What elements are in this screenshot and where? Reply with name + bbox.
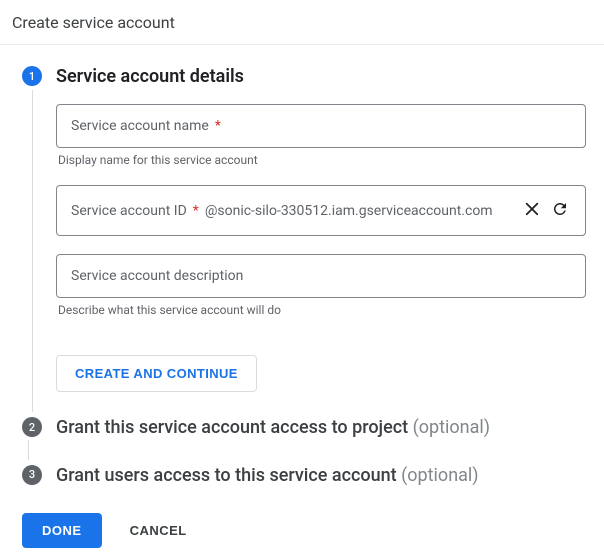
description-field-group: Service account description Describe wha…	[56, 254, 586, 317]
step-2-title: Grant this service account access to pro…	[56, 416, 586, 439]
name-field-label: Service account name	[71, 118, 209, 134]
name-field-helper: Display name for this service account	[56, 153, 586, 167]
wizard-content: 1 Service account details Service accoun…	[0, 45, 604, 548]
refresh-icon	[551, 200, 569, 221]
step-2-title-text: Grant this service account access to pro…	[56, 417, 408, 438]
step-2-row: 2 Grant this service account access to p…	[18, 416, 586, 439]
clear-id-button[interactable]	[521, 198, 543, 223]
name-field-group: Service account name * Display name for …	[56, 104, 586, 167]
step-3-content: Grant users access to this service accou…	[46, 464, 586, 487]
step-3-indicator: 3	[18, 464, 46, 485]
done-button[interactable]: DONE	[22, 513, 102, 548]
step-2-optional: (optional)	[413, 417, 490, 438]
id-field[interactable]: Service account ID * @sonic-silo-330512.…	[56, 185, 586, 236]
required-indicator: *	[215, 118, 221, 134]
step-1-circle: 1	[22, 66, 42, 86]
step-3-circle: 3	[22, 465, 42, 485]
step-1-content: Service account details Service account …	[46, 65, 586, 412]
step-2-indicator: 2	[18, 416, 46, 437]
required-indicator: *	[193, 203, 199, 219]
close-icon	[523, 200, 541, 221]
step-connector-line	[32, 90, 33, 412]
step-1-form: Service account name * Display name for …	[56, 104, 586, 412]
id-field-suffix: @sonic-silo-330512.iam.gserviceaccount.c…	[205, 203, 493, 219]
page-title: Create service account	[12, 13, 175, 32]
description-field-helper: Describe what this service account will …	[56, 303, 586, 317]
name-field[interactable]: Service account name *	[56, 104, 586, 148]
id-field-group: Service account ID * @sonic-silo-330512.…	[56, 185, 586, 236]
step-2-circle: 2	[22, 417, 42, 437]
step-connector-line	[28, 440, 29, 460]
description-field-label: Service account description	[71, 268, 243, 284]
description-field[interactable]: Service account description	[56, 254, 586, 298]
step-3-title: Grant users access to this service accou…	[56, 464, 586, 487]
step-1-title: Service account details	[56, 65, 586, 88]
step-3-row: 3 Grant users access to this service acc…	[18, 464, 586, 487]
step-1-indicator: 1	[18, 65, 46, 412]
step-3-optional: (optional)	[401, 465, 478, 486]
refresh-id-button[interactable]	[549, 198, 571, 223]
create-and-continue-button[interactable]: CREATE AND CONTINUE	[56, 355, 257, 392]
step-2-content: Grant this service account access to pro…	[46, 416, 586, 439]
step-1-row: 1 Service account details Service accoun…	[18, 65, 586, 412]
footer-actions: DONE CANCEL	[18, 513, 586, 548]
id-field-label: Service account ID	[71, 203, 187, 219]
page-header: Create service account	[0, 0, 604, 45]
cancel-button[interactable]: CANCEL	[130, 523, 187, 538]
step-3-title-text: Grant users access to this service accou…	[56, 465, 397, 486]
